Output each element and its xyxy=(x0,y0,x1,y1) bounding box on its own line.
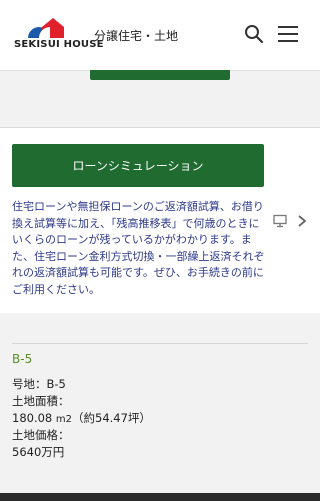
sekisui-house-logo-icon[interactable] xyxy=(26,16,66,40)
lot-info: B-5 号地：B-5 土地面積： 180.08 m2（約54.47坪） 土地価格… xyxy=(0,313,320,493)
section-title: 分譲住宅・土地 xyxy=(94,29,179,43)
loan-simulation-description[interactable]: 住宅ローンや無担保ローンのご返済額試算、お借り換え試算等に加え、「残高推移表」で… xyxy=(12,199,270,298)
land-area-tsubo: （約54.47坪） xyxy=(72,411,151,425)
search-button[interactable] xyxy=(243,23,265,45)
land-area-unit: m2 xyxy=(55,414,73,425)
site-header: SEKISUI HOUSE 分譲住宅・土地 xyxy=(0,0,320,71)
lot-number: 号地：B-5 xyxy=(12,377,66,391)
land-price-value: 5640万円 xyxy=(12,445,65,459)
monitor-icon xyxy=(273,214,287,228)
loan-simulation-button[interactable]: ローンシミュレーション xyxy=(12,144,264,187)
menu-button[interactable] xyxy=(278,26,300,44)
lot-title: B-5 xyxy=(12,352,33,366)
chevron-right-icon[interactable] xyxy=(297,214,307,228)
land-area-value: 180.08 m2（約54.47坪） xyxy=(12,410,151,426)
land-price-label: 土地価格： xyxy=(12,428,70,442)
browser-bottom-bar xyxy=(0,493,320,501)
land-area-number: 180.08 xyxy=(12,411,53,425)
hamburger-menu-icon xyxy=(278,26,300,42)
land-area-label: 土地面積： xyxy=(12,394,70,408)
previous-action-button[interactable] xyxy=(90,70,230,80)
brand-name: SEKISUI HOUSE xyxy=(14,39,104,50)
loan-simulation-card: ローンシミュレーション 住宅ローンや無担保ローンのご返済額試算、お借り換え試算等… xyxy=(0,127,320,315)
divider xyxy=(12,343,308,344)
search-icon xyxy=(245,25,264,44)
